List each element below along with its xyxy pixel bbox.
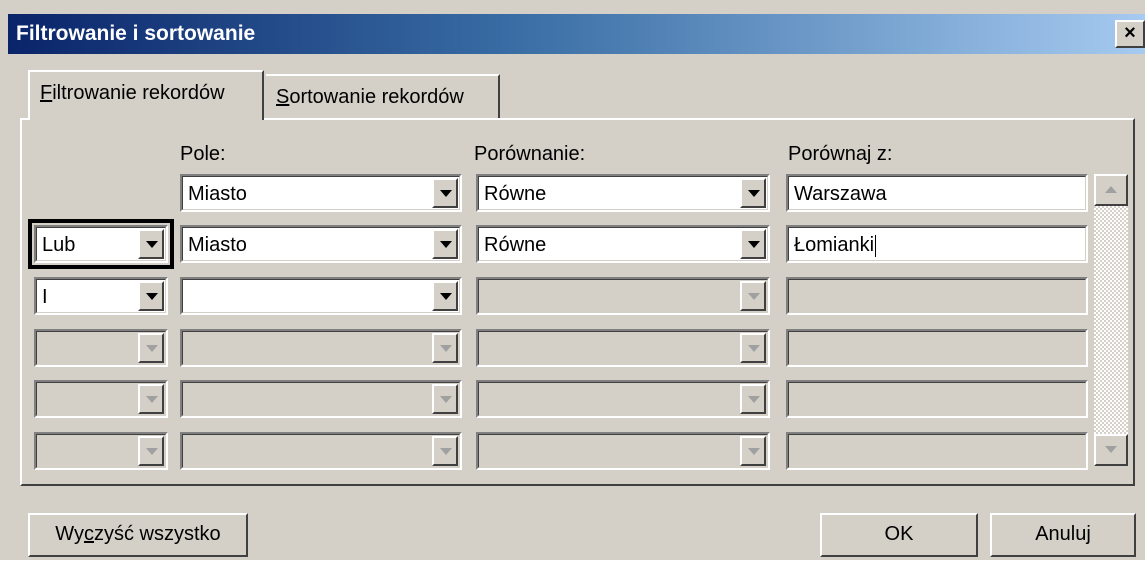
tab-sort-accesskey: S <box>276 86 290 108</box>
clear-all-accesskey: c <box>84 523 94 545</box>
filter-sort-dialog: Filtrowanie i sortowanie × Filtrowanie r… <box>0 0 1145 560</box>
title-bar[interactable]: Filtrowanie i sortowanie × <box>8 14 1145 54</box>
filter-panel <box>20 118 1135 486</box>
tab-filter-records[interactable]: Filtrowanie rekordów <box>28 70 264 120</box>
clear-all-button[interactable]: Wyczyść wszystko <box>28 513 248 557</box>
tab-sort-label: ortowanie rekordów <box>289 86 464 108</box>
close-button[interactable]: × <box>1115 20 1145 48</box>
tab-sort-records[interactable]: Sortowanie rekordów <box>266 74 500 120</box>
dialog-title: Filtrowanie i sortowanie <box>16 22 256 45</box>
clear-all-label-pre: Wy <box>55 523 84 545</box>
ok-button[interactable]: OK <box>820 513 978 557</box>
tab-filter-label: iltrowanie rekordów <box>52 82 225 104</box>
clear-all-label-rest: zyść wszystko <box>94 523 221 545</box>
cancel-button[interactable]: Anuluj <box>990 513 1136 557</box>
tab-filter-accesskey: F <box>40 82 53 104</box>
